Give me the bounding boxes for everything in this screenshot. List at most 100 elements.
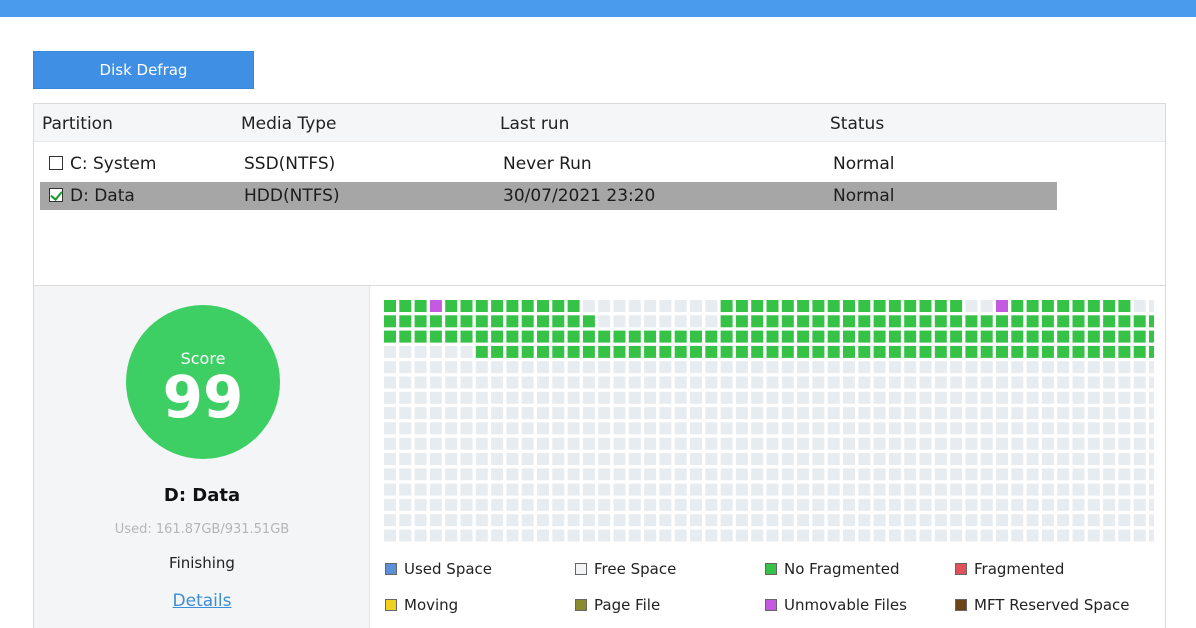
cluster-block bbox=[384, 315, 396, 328]
cluster-block bbox=[735, 514, 748, 527]
cluster-block bbox=[858, 315, 871, 328]
cluster-block bbox=[644, 453, 657, 465]
cluster-block bbox=[1118, 345, 1131, 358]
cluster-block bbox=[996, 437, 1008, 450]
cluster-block bbox=[934, 422, 947, 435]
details-link[interactable]: Details bbox=[34, 591, 370, 611]
cluster-block bbox=[1026, 453, 1039, 465]
cluster-block bbox=[735, 315, 748, 328]
cluster-block bbox=[1072, 437, 1085, 450]
cluster-block bbox=[674, 529, 687, 542]
partition-checkbox[interactable] bbox=[49, 156, 63, 170]
cluster-block bbox=[521, 468, 534, 481]
cluster-block bbox=[720, 361, 733, 374]
cluster-block bbox=[873, 483, 886, 496]
cluster-block bbox=[460, 345, 473, 358]
cluster-block bbox=[950, 407, 963, 420]
cluster-block bbox=[996, 514, 1008, 527]
cluster-block bbox=[996, 330, 1008, 343]
cluster-block bbox=[843, 468, 855, 481]
cluster-block bbox=[414, 453, 427, 465]
cluster-block bbox=[766, 376, 779, 389]
cluster-block bbox=[996, 422, 1008, 435]
cluster-block bbox=[1057, 422, 1070, 435]
cluster-block bbox=[919, 330, 932, 343]
cluster-block bbox=[735, 345, 748, 358]
cluster-block bbox=[690, 422, 702, 435]
cluster-block bbox=[1118, 300, 1131, 312]
cluster-block bbox=[399, 315, 412, 328]
header-partition[interactable]: Partition bbox=[42, 114, 113, 134]
cluster-block bbox=[827, 422, 840, 435]
cluster-block bbox=[1026, 300, 1039, 312]
cluster-block bbox=[873, 514, 886, 527]
cluster-block bbox=[980, 300, 993, 312]
cluster-block bbox=[934, 345, 947, 358]
cluster-block bbox=[766, 453, 779, 465]
cluster-block bbox=[1011, 437, 1024, 450]
cluster-block bbox=[429, 529, 442, 542]
cluster-block bbox=[1118, 330, 1131, 343]
table-row-selected[interactable]: D: Data HDD(NTFS) 30/07/2021 23:20 Norma… bbox=[40, 182, 1057, 210]
cluster-block bbox=[1087, 468, 1100, 481]
cluster-block bbox=[506, 315, 519, 328]
cluster-block bbox=[674, 407, 687, 420]
cluster-block bbox=[843, 483, 855, 496]
cluster-block bbox=[950, 498, 963, 511]
header-media-type[interactable]: Media Type bbox=[241, 114, 337, 134]
cluster-block bbox=[384, 529, 396, 542]
cluster-block bbox=[812, 498, 825, 511]
cluster-block bbox=[506, 453, 519, 465]
partition-checkbox-checked[interactable] bbox=[49, 188, 63, 202]
cluster-block bbox=[980, 376, 993, 389]
cluster-block bbox=[628, 422, 641, 435]
cluster-block bbox=[735, 483, 748, 496]
cluster-block bbox=[1026, 330, 1039, 343]
cluster-block bbox=[705, 422, 718, 435]
cluster-block bbox=[812, 345, 825, 358]
cluster-block bbox=[781, 453, 794, 465]
cluster-block bbox=[475, 330, 488, 343]
cluster-block bbox=[781, 391, 794, 404]
cluster-block bbox=[582, 437, 595, 450]
media-type: SSD(NTFS) bbox=[244, 154, 336, 174]
cluster-block bbox=[384, 300, 396, 312]
cluster-block bbox=[1041, 407, 1054, 420]
cluster-block bbox=[475, 483, 488, 496]
status: Normal bbox=[833, 186, 895, 206]
header-last-run[interactable]: Last run bbox=[500, 114, 569, 134]
cluster-block bbox=[628, 345, 641, 358]
cluster-block bbox=[537, 483, 549, 496]
cluster-block bbox=[1133, 529, 1146, 542]
cluster-block bbox=[598, 391, 611, 404]
cluster-block bbox=[659, 300, 672, 312]
cluster-block bbox=[644, 300, 657, 312]
cluster-block bbox=[1011, 361, 1024, 374]
cluster-block bbox=[827, 468, 840, 481]
cluster-block bbox=[950, 422, 963, 435]
cluster-block bbox=[812, 407, 825, 420]
cluster-block bbox=[1118, 407, 1131, 420]
header-status[interactable]: Status bbox=[830, 114, 884, 134]
cluster-block bbox=[980, 529, 993, 542]
cluster-block bbox=[598, 498, 611, 511]
cluster-block bbox=[384, 376, 396, 389]
cluster-block bbox=[858, 514, 871, 527]
cluster-block bbox=[904, 498, 917, 511]
cluster-block bbox=[445, 345, 458, 358]
table-row[interactable]: C: System SSD(NTFS) Never Run Normal bbox=[40, 150, 1057, 178]
disk-defrag-button[interactable]: Disk Defrag bbox=[33, 51, 254, 89]
cluster-block bbox=[888, 300, 901, 312]
cluster-block bbox=[781, 529, 794, 542]
cluster-block bbox=[1149, 391, 1154, 404]
cluster-block bbox=[674, 483, 687, 496]
cluster-block bbox=[919, 300, 932, 312]
cluster-block bbox=[414, 468, 427, 481]
cluster-block bbox=[674, 361, 687, 374]
cluster-block bbox=[521, 330, 534, 343]
cluster-block bbox=[751, 422, 764, 435]
cluster-block bbox=[873, 453, 886, 465]
cluster-block bbox=[460, 361, 473, 374]
cluster-block bbox=[613, 437, 626, 450]
cluster-block bbox=[628, 514, 641, 527]
